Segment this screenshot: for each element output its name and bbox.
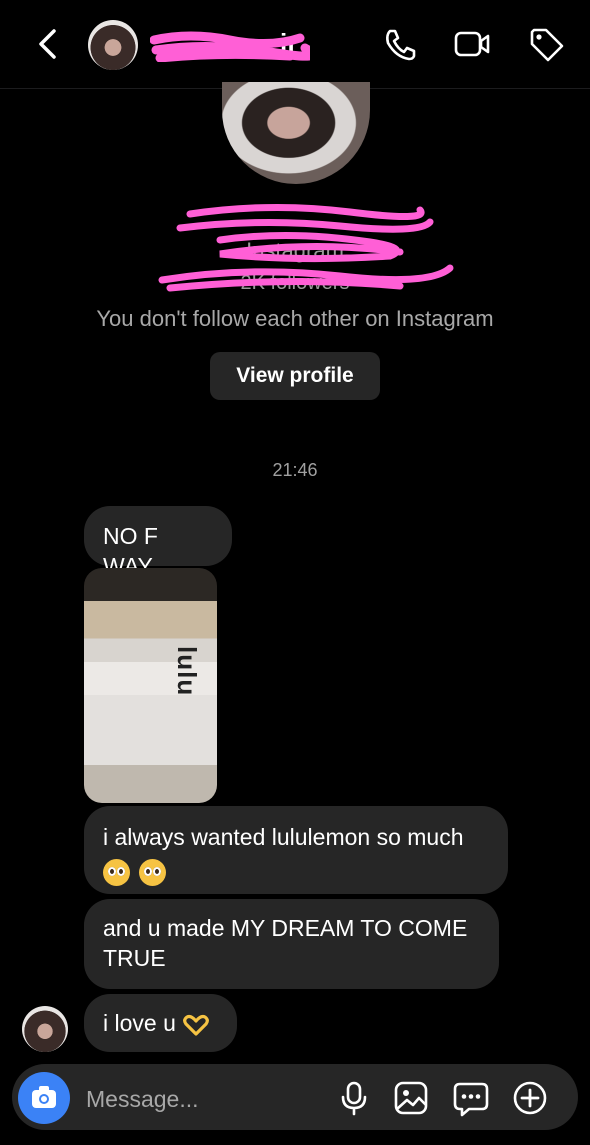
message-text: and u made MY DREAM TO COME TRUE (103, 915, 468, 971)
chat-header: ir (0, 0, 590, 89)
message-text: i love u (103, 1010, 176, 1036)
photo-box-front (84, 694, 217, 766)
pleading-face-icon (139, 859, 166, 887)
message-text: i always wanted lululemon so much (103, 824, 464, 850)
camera-button[interactable] (18, 1072, 70, 1124)
message-timestamp: 21:46 (272, 460, 318, 480)
message-photo[interactable]: lulu (84, 568, 217, 803)
redaction-scribble (158, 203, 454, 292)
profile-picture[interactable] (222, 82, 370, 184)
phone-icon[interactable] (380, 24, 420, 64)
microphone-icon[interactable] (334, 1078, 374, 1118)
emoji-row (103, 856, 489, 887)
message-bubble[interactable]: i love u (84, 994, 237, 1052)
redaction-scribble (150, 31, 310, 62)
back-chevron-icon[interactable] (30, 26, 66, 62)
tag-icon[interactable] (526, 24, 566, 64)
follow-status-note: You don't follow each other on Instagram (96, 306, 494, 331)
video-camera-icon[interactable] (452, 24, 492, 64)
gallery-icon[interactable] (391, 1078, 431, 1118)
message-input[interactable] (84, 1078, 308, 1120)
camera-icon (32, 1086, 56, 1108)
photo-box-label: lulu (172, 646, 202, 697)
plus-icon[interactable] (510, 1078, 550, 1118)
message-bubble[interactable]: and u made MY DREAM TO COME TRUE (84, 899, 499, 989)
message-bubble[interactable]: i always wanted lululemon so much (84, 806, 508, 894)
message-bubble[interactable]: NO F WAY (84, 506, 232, 579)
contact-avatar[interactable] (88, 20, 138, 70)
pleading-face-icon (103, 859, 130, 887)
sticker-chat-icon[interactable] (451, 1078, 491, 1118)
sender-avatar[interactable] (22, 1006, 68, 1052)
view-profile-button[interactable]: View profile (210, 352, 380, 400)
heart-hands-icon (183, 1014, 210, 1036)
